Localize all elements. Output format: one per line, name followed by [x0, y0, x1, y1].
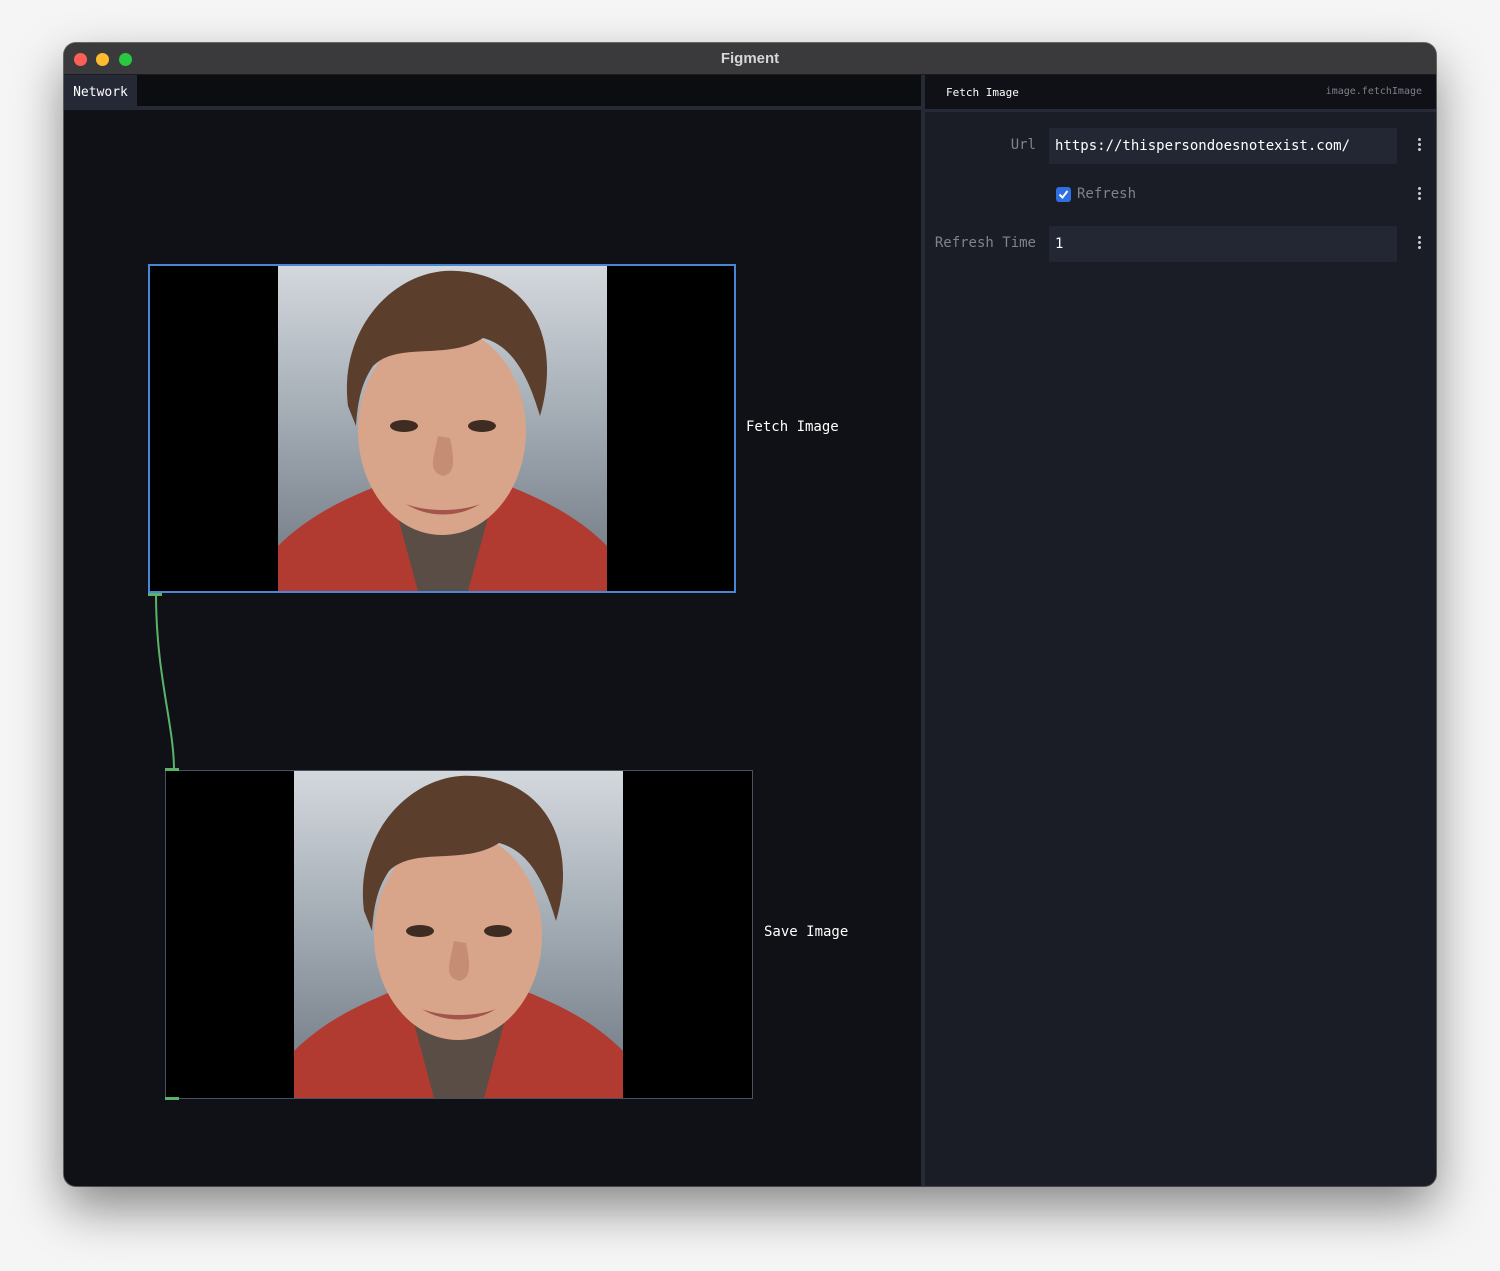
- save-image-node[interactable]: [165, 770, 753, 1099]
- param-row-url: Url: [925, 128, 1436, 164]
- network-panel[interactable]: Network Fetch Image Save Image: [64, 75, 921, 1186]
- param-row-refresh: Refresh: [925, 177, 1436, 213]
- title-bar: Figment: [64, 43, 1436, 75]
- save-image-node-label: Save Image: [764, 924, 849, 940]
- fetch-image-preview: [278, 266, 607, 591]
- refresh-checkbox[interactable]: [1056, 187, 1071, 202]
- refresh-time-more-icon[interactable]: [1418, 236, 1422, 252]
- fetch-image-output-port[interactable]: [148, 593, 162, 596]
- tab-network[interactable]: Network: [64, 75, 137, 110]
- refresh-time-label: Refresh Time: [934, 235, 1036, 251]
- window-title: Figment: [720, 50, 780, 67]
- connection-wire: [155, 593, 175, 771]
- check-icon: [1058, 190, 1069, 200]
- operator-type: image.fetchImage: [1325, 86, 1422, 97]
- parameters-header: Fetch Image image.fetchImage: [925, 75, 1436, 112]
- fetch-image-node-label: Fetch Image: [746, 419, 839, 435]
- face-image: [294, 771, 623, 1098]
- network-tab-bar: Network: [64, 75, 921, 110]
- fetch-image-node[interactable]: [148, 264, 736, 593]
- parameters-panel: Fetch Image image.fetchImage Url Refresh…: [925, 75, 1436, 1186]
- url-more-icon[interactable]: [1418, 138, 1422, 154]
- refresh-more-icon[interactable]: [1418, 187, 1422, 203]
- save-image-input-port[interactable]: [165, 768, 179, 771]
- face-image: [278, 266, 607, 591]
- parameters-title: Fetch Image: [946, 86, 1019, 99]
- refresh-label: Refresh: [1077, 186, 1137, 202]
- url-label: Url: [1010, 137, 1036, 153]
- save-image-output-port[interactable]: [165, 1097, 179, 1100]
- url-input[interactable]: [1049, 128, 1397, 164]
- refresh-time-input[interactable]: [1049, 226, 1397, 262]
- save-image-preview: [294, 771, 623, 1098]
- app-window: Figment Network Fetch Image Save Image F…: [64, 43, 1436, 1186]
- param-row-refresh-time: Refresh Time: [925, 226, 1436, 262]
